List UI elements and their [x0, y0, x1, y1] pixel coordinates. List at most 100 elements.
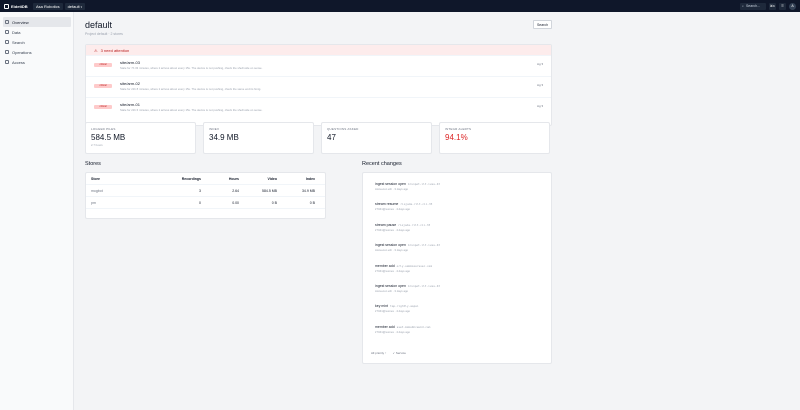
- change-meta: ir7041@sumes · 4 days ago: [375, 329, 411, 334]
- warning-icon: ⚠: [94, 47, 98, 53]
- chevron-down-icon: ▾: [541, 62, 543, 66]
- change-detail: sset-mobobhceukd.com: [396, 324, 431, 329]
- database-icon: [5, 30, 9, 34]
- service-filter[interactable]: ✓ Service: [393, 351, 406, 355]
- page-title: default: [85, 20, 113, 30]
- chevron-down-icon: ▾: [541, 104, 543, 108]
- search-button[interactable]: Search: [533, 20, 552, 29]
- list-item[interactable]: stream resume riojade-rilt-cii-33 ir7041@s…: [375, 202, 551, 222]
- sidebar-item-overview[interactable]: Overview: [3, 17, 71, 27]
- brand-name: EidetiDB: [11, 3, 28, 9]
- attention-item[interactable]: critical site/arm-02 Stale for 21h 8 min…: [86, 76, 551, 97]
- stat-value: 584.5 MB: [91, 133, 126, 142]
- device-name: site/arm-01: [120, 102, 141, 107]
- status-badge: critical: [94, 84, 112, 88]
- stat-label: QUESTIONS ASKED: [327, 127, 359, 131]
- list-item[interactable]: stream pause riojade-rilt-cii-33 ir7041@su…: [375, 223, 551, 243]
- recordings: 0: [199, 200, 201, 205]
- stat-value: 34.9 MB: [209, 133, 239, 142]
- menu-icon[interactable]: ☰: [779, 2, 786, 10]
- status-badge: critical: [94, 105, 112, 109]
- stores-heading: Stores: [85, 161, 101, 167]
- change-action: ingest session open: [375, 283, 406, 288]
- recent-heading: Recent changes: [362, 161, 402, 167]
- change-detail: brunpot-ilt-ives-43: [407, 243, 440, 248]
- stat-value: 94.1%: [445, 133, 468, 142]
- change-detail: riojade-rilt-cii-33: [398, 222, 431, 227]
- attention-item[interactable]: critical site/arm-01 Stale for 21h 6 min…: [86, 97, 551, 118]
- search-icon: ⌕: [742, 4, 744, 8]
- change-action: stream resume: [375, 202, 399, 207]
- stat-card: LOGGED PILES 584.5 MB 2.7 hours: [85, 122, 196, 154]
- change-action: member add: [375, 324, 395, 329]
- brand[interactable]: EidetiDB: [0, 3, 30, 9]
- stats-row: LOGGED PILES 584.5 MB 2.7 hours INDEX 34…: [85, 122, 552, 154]
- recent-changes-panel: ingest session open brunpot-ilt-ives-43 Ac…: [362, 172, 552, 364]
- table-header: Store Recordings Hours Video Index: [86, 173, 325, 185]
- item-control[interactable]: Ag ▾: [537, 104, 543, 108]
- list-item[interactable]: ingest session open brunpot-ilt-ives-43 Ac…: [375, 284, 551, 304]
- sidebar: Overview Data Search Operations Access: [0, 12, 74, 410]
- change-action: ingest session open: [375, 182, 406, 186]
- project-switcher[interactable]: default▾: [64, 2, 86, 10]
- sidebar-item-label: Operations: [12, 49, 32, 55]
- org-switcher[interactable]: Asa Robotics: [33, 2, 63, 10]
- shortcut-badge[interactable]: ⌘K: [769, 2, 776, 10]
- change-meta: ir7041@sumes · 4 days ago: [375, 309, 411, 314]
- org-name: Asa Robotics: [36, 3, 60, 9]
- attention-heading: 3 need attention: [100, 47, 130, 53]
- list-item[interactable]: key mint tap-rightly-aopsi ir7041@sumes · …: [375, 304, 551, 324]
- attention-item[interactable]: critical site/arm-03 Stale for 7h 33 min…: [86, 55, 551, 76]
- table-row[interactable]: pm 0 0.00 0 B 0 B: [86, 197, 325, 209]
- store-name: mogbot: [91, 188, 103, 193]
- breadcrumb: Asa Robotics default▾: [33, 2, 86, 10]
- page-subtitle: Project default · 2 stores: [85, 32, 123, 36]
- item-control[interactable]: Ag ▾: [537, 62, 543, 66]
- stat-label: LOGGED PILES: [91, 127, 116, 131]
- device-description: Stale for 21h 8 minutes, where it arrive…: [120, 87, 262, 91]
- change-meta: ir7041@sumes · 4 days ago: [375, 207, 411, 212]
- stat-sub: 2.7 hours: [91, 143, 103, 147]
- search-icon: [5, 40, 9, 44]
- col-index[interactable]: Index: [277, 177, 315, 181]
- status-badge: critical: [94, 63, 112, 67]
- sidebar-item-data[interactable]: Data: [3, 27, 71, 37]
- sidebar-item-label: Data: [12, 29, 21, 35]
- col-recordings[interactable]: Recordings: [163, 177, 201, 181]
- change-meta: Accuecon eth · 3 days ago: [375, 288, 409, 293]
- hours: 0.00: [232, 200, 239, 205]
- stat-label: INDEX: [209, 127, 220, 131]
- attention-header: ⚠ 3 need attention: [86, 45, 551, 55]
- list-item[interactable]: ingest session open brunpot-ilt-ives-43 Ac…: [375, 243, 551, 263]
- col-video[interactable]: Video: [239, 177, 277, 181]
- col-hours[interactable]: Hours: [201, 177, 239, 181]
- device-description: Stale for 21h 6 minutes, where it arrive…: [120, 108, 263, 112]
- col-store[interactable]: Store: [91, 177, 163, 181]
- index-size: 0 B: [309, 200, 315, 205]
- list-item[interactable]: member add orly-sabmxoorsuec.com ir7041@su…: [375, 264, 551, 284]
- change-action: stream pause: [375, 222, 397, 227]
- change-meta: ir7041@sumes · 4 days ago: [375, 227, 411, 232]
- stat-card: INDEX 34.9 MB: [203, 122, 314, 154]
- sidebar-item-access[interactable]: Access: [3, 57, 71, 67]
- global-search[interactable]: ⌕ Search...: [740, 2, 766, 10]
- recent-footer: All priority ↑ ✓ Service: [371, 351, 406, 355]
- device-name: site/arm-02: [120, 81, 141, 86]
- list-item[interactable]: member add sset-mobobhceukd.com ir7041@sum…: [375, 325, 551, 345]
- item-control[interactable]: Ag ▾: [537, 83, 543, 87]
- sidebar-item-operations[interactable]: Operations: [3, 47, 71, 57]
- grid-icon: [5, 20, 9, 24]
- change-meta: Accuecon eth · 3 days ago: [375, 248, 409, 253]
- list-item[interactable]: ingest session open brunpot-ilt-ives-43 Ac…: [375, 182, 551, 202]
- table-row[interactable]: mogbot 3 2.64 584.5 MB 34.9 MB: [86, 185, 325, 197]
- chevron-down-icon: ▾: [541, 83, 543, 87]
- priority-filter[interactable]: All priority ↑: [371, 351, 387, 355]
- logo-icon: [4, 3, 9, 9]
- stores-table: Store Recordings Hours Video Index mogbo…: [85, 172, 326, 219]
- index-size: 34.9 MB: [301, 188, 315, 193]
- stat-card: INTEGR ALERTS 94.1%: [439, 122, 550, 154]
- avatar[interactable]: A: [789, 2, 796, 10]
- top-bar: EidetiDB Asa Robotics default▾ ⌕ Search.…: [0, 0, 800, 12]
- device-name: site/arm-03: [120, 60, 141, 65]
- sidebar-item-search[interactable]: Search: [3, 37, 71, 47]
